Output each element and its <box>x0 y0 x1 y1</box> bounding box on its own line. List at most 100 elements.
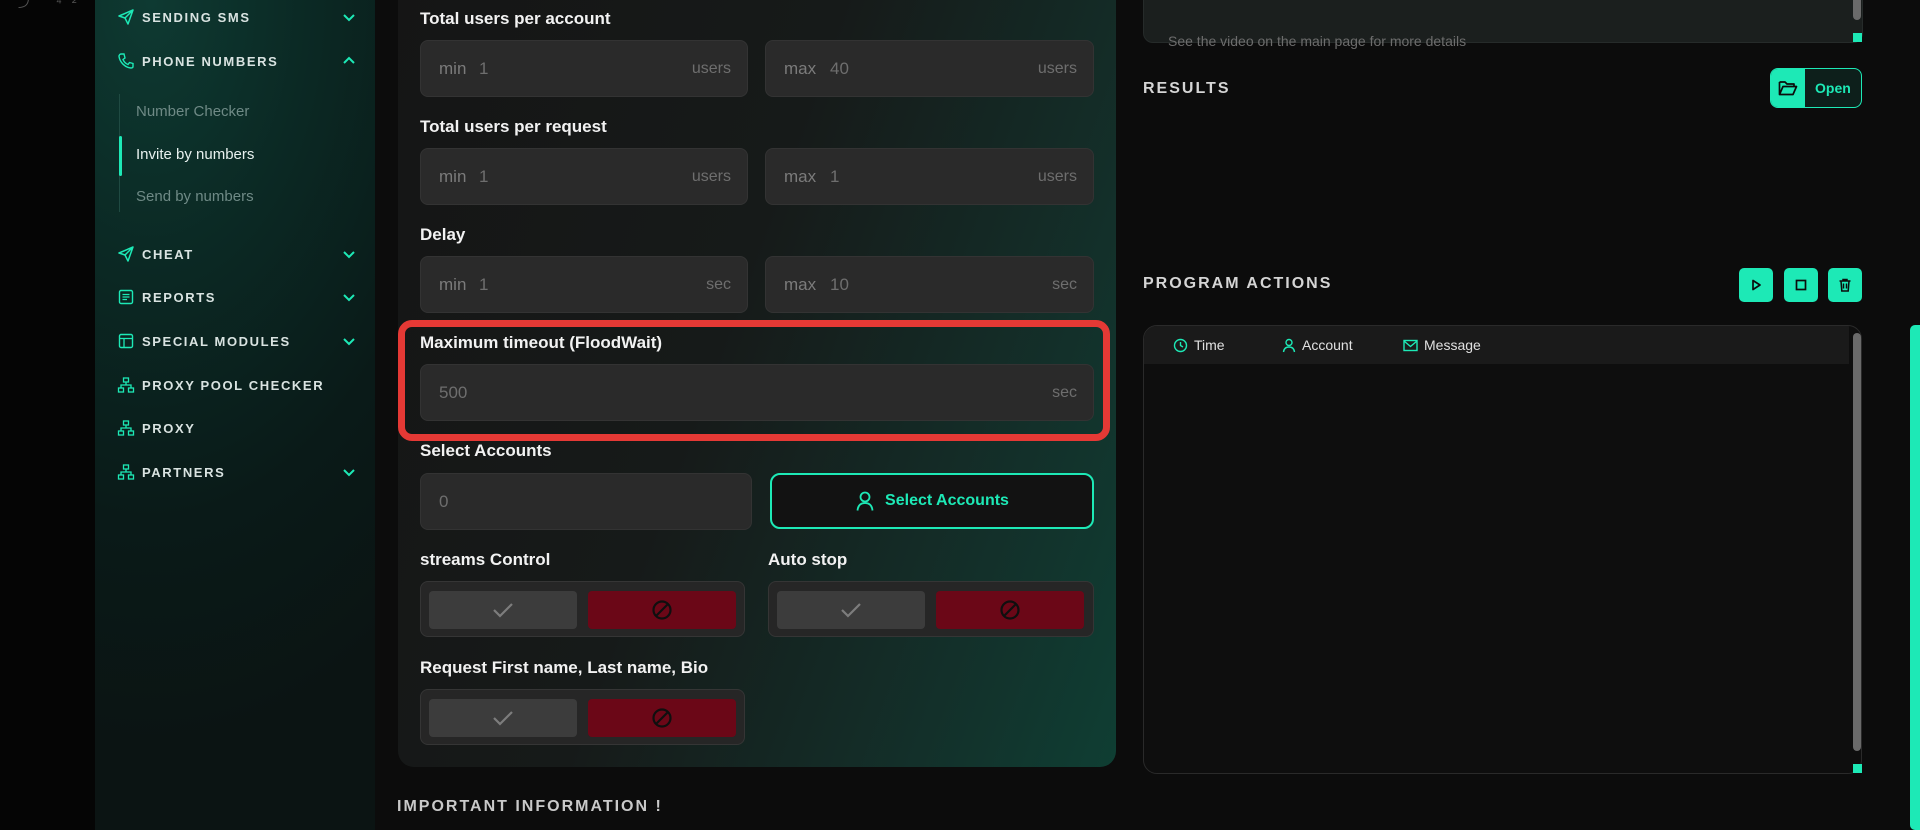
submenu-active-indicator <box>119 136 122 176</box>
request-names-toggle <box>420 689 745 745</box>
instructions-scrollbar[interactable] <box>1853 0 1861 20</box>
open-button-label: Open <box>1815 80 1851 96</box>
chevron-down-icon <box>343 251 355 259</box>
check-icon <box>493 711 513 726</box>
disable-option[interactable] <box>588 591 736 629</box>
nav-cheat[interactable]: CHEAT <box>95 243 375 265</box>
program-log: Time Account Message <box>1143 325 1862 774</box>
users-per-request-label: Total users per request <box>420 117 607 136</box>
enable-option[interactable] <box>429 591 577 629</box>
users-per-request-max-input[interactable]: max 1 users <box>765 148 1094 205</box>
page-scrollbar[interactable] <box>1910 325 1920 830</box>
delay-min-input[interactable]: min 1 sec <box>420 256 748 313</box>
users-per-request-min-input[interactable]: min 1 users <box>420 148 748 205</box>
nav-proxy[interactable]: PROXY <box>95 417 375 439</box>
field-value: 10 <box>830 275 849 294</box>
check-icon <box>841 603 861 618</box>
nav-label: PROXY <box>142 420 196 436</box>
phone-icon <box>118 53 134 69</box>
trash-icon <box>1839 278 1851 292</box>
highlight-frame <box>398 320 1110 441</box>
field-value: 1 <box>479 59 489 78</box>
mail-icon <box>1403 339 1418 351</box>
enable-option[interactable] <box>429 699 577 737</box>
request-names-label: Request First name, Last name, Bio <box>420 658 709 677</box>
nav-label: PHONE NUMBERS <box>142 53 279 69</box>
column-label: Account <box>1302 337 1353 353</box>
user-icon <box>856 491 874 511</box>
stop-button[interactable] <box>1784 268 1818 302</box>
app-rail: ⤴ ⁴² <box>0 0 95 830</box>
network-icon <box>117 420 135 436</box>
chevron-down-icon <box>343 338 355 346</box>
report-icon <box>118 289 134 305</box>
nav-label: REPORTS <box>142 289 217 305</box>
paper-plane-icon <box>118 246 134 262</box>
nav-label: CHEAT <box>142 246 194 262</box>
field-value: 1 <box>830 167 840 186</box>
ban-icon <box>652 708 672 728</box>
open-results-button[interactable]: Open <box>1770 68 1862 108</box>
results-title: RESULTS <box>1143 80 1231 97</box>
unit-label: sec <box>706 276 731 293</box>
clear-button[interactable] <box>1828 268 1862 302</box>
stop-icon <box>1795 279 1807 291</box>
streams-control-label: streams Control <box>420 550 551 569</box>
auto-stop-label: Auto stop <box>768 550 848 569</box>
modules-icon <box>118 333 134 349</box>
rail-top-glyphs: ⤴ ⁴² <box>18 0 87 10</box>
enable-option[interactable] <box>777 591 925 629</box>
max-prefix: max <box>784 59 817 78</box>
users-per-account-min-input[interactable]: min 1 users <box>420 40 748 97</box>
nav-label: SPECIAL MODULES <box>142 333 291 349</box>
accounts-count-input[interactable]: 0 <box>420 473 752 530</box>
nav-proxy-pool-checker[interactable]: PROXY POOL CHECKER <box>95 374 375 396</box>
unit-label: users <box>1037 60 1077 77</box>
program-actions-title: PROGRAM ACTIONS <box>1143 275 1333 292</box>
clock-icon <box>1173 338 1188 352</box>
nav-reports[interactable]: REPORTS <box>95 286 375 308</box>
start-button[interactable] <box>1739 268 1773 302</box>
disable-option[interactable] <box>936 591 1084 629</box>
auto-stop-toggle <box>768 581 1094 637</box>
unit-label: sec <box>1052 276 1077 293</box>
network-icon <box>117 377 135 393</box>
network-icon <box>117 464 135 480</box>
sidebar: SENDING SMS PHONE NUMBERS Number Checker… <box>95 0 375 830</box>
play-icon <box>1752 279 1761 291</box>
select-accounts-button-label: Select Accounts <box>885 492 1009 509</box>
resize-handle[interactable] <box>1853 764 1862 773</box>
ban-icon <box>652 600 672 620</box>
user-icon <box>1282 338 1296 352</box>
chevron-down-icon <box>343 469 355 477</box>
nav-phone-numbers[interactable]: PHONE NUMBERS <box>95 50 375 72</box>
resize-handle[interactable] <box>1853 33 1862 42</box>
ban-icon <box>1000 600 1020 620</box>
column-message[interactable]: Message <box>1403 337 1481 353</box>
select-accounts-label: Select Accounts <box>420 441 552 460</box>
nav-special-modules[interactable]: SPECIAL MODULES <box>95 330 375 352</box>
nav-label: SENDING SMS <box>142 9 251 25</box>
log-scrollbar[interactable] <box>1853 333 1861 751</box>
column-label: Time <box>1194 337 1225 353</box>
disable-option[interactable] <box>588 699 736 737</box>
nav-label: PARTNERS <box>142 464 226 480</box>
column-label: Message <box>1424 337 1481 353</box>
users-per-account-max-input[interactable]: max 40 users <box>765 40 1094 97</box>
nav-partners[interactable]: PARTNERS <box>95 461 375 483</box>
field-value: 1 <box>479 275 489 294</box>
column-account[interactable]: Account <box>1282 337 1353 353</box>
delay-max-input[interactable]: max 10 sec <box>765 256 1094 313</box>
folder-open-icon <box>1771 69 1805 107</box>
sidebar-item-send-by-numbers[interactable]: Send by numbers <box>136 188 254 205</box>
nav-label: PROXY POOL CHECKER <box>142 377 325 393</box>
select-accounts-button[interactable]: Select Accounts <box>770 473 1094 529</box>
column-time[interactable]: Time <box>1173 337 1225 353</box>
paper-plane-icon <box>118 9 134 25</box>
unit-label: users <box>691 168 731 185</box>
nav-sending-sms[interactable]: SENDING SMS <box>95 6 375 28</box>
instructions-panel: See the video on the main page for more … <box>1143 0 1863 49</box>
sidebar-item-invite-by-numbers[interactable]: Invite by numbers <box>136 146 254 163</box>
streams-control-toggle <box>420 581 745 637</box>
sidebar-item-number-checker[interactable]: Number Checker <box>136 103 249 120</box>
